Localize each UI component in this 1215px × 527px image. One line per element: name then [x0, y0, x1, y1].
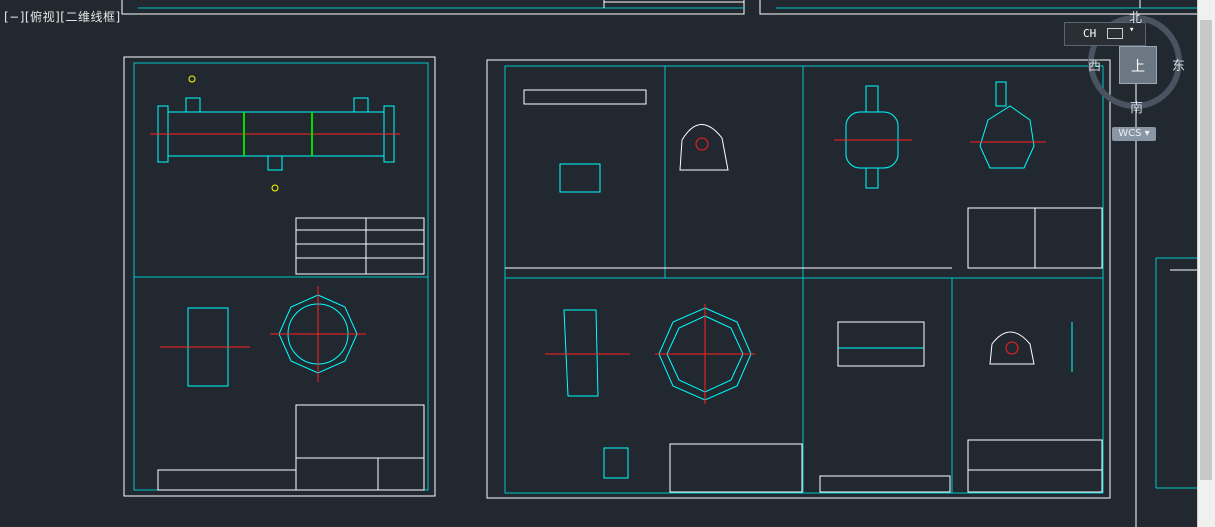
cad-model-viewport[interactable]: [−][俯视][二维线框] CH ▾ 上 北 南 东 西 WCS ▾ — [0, 0, 1215, 527]
keyboard-icon — [1107, 28, 1123, 39]
compass-east[interactable]: 东 — [1172, 55, 1185, 74]
compass-north[interactable]: 北 — [1129, 7, 1142, 26]
right-partial-sheet — [1135, 80, 1200, 527]
wcs-label: WCS — [1118, 128, 1142, 139]
drawing-sheet-1 — [123, 56, 436, 497]
top-partial-sheets — [121, 0, 1201, 15]
scrollbar-thumb[interactable] — [1200, 20, 1212, 480]
ime-menu-caret-icon[interactable]: ▾ — [1129, 25, 1134, 35]
wcs-menu[interactable]: WCS ▾ — [1112, 127, 1156, 141]
ime-language-label: CH — [1083, 27, 1097, 40]
vertical-scrollbar[interactable] — [1197, 0, 1215, 527]
viewcube-top-label: 上 — [1131, 59, 1145, 75]
compass-west[interactable]: 西 — [1088, 55, 1101, 74]
drawing-canvas — [121, 0, 1201, 527]
viewcube-top-face[interactable]: 上 — [1119, 46, 1157, 84]
compass-south[interactable]: 南 — [1130, 97, 1143, 116]
drawing-sheet-2 — [486, 59, 1111, 499]
